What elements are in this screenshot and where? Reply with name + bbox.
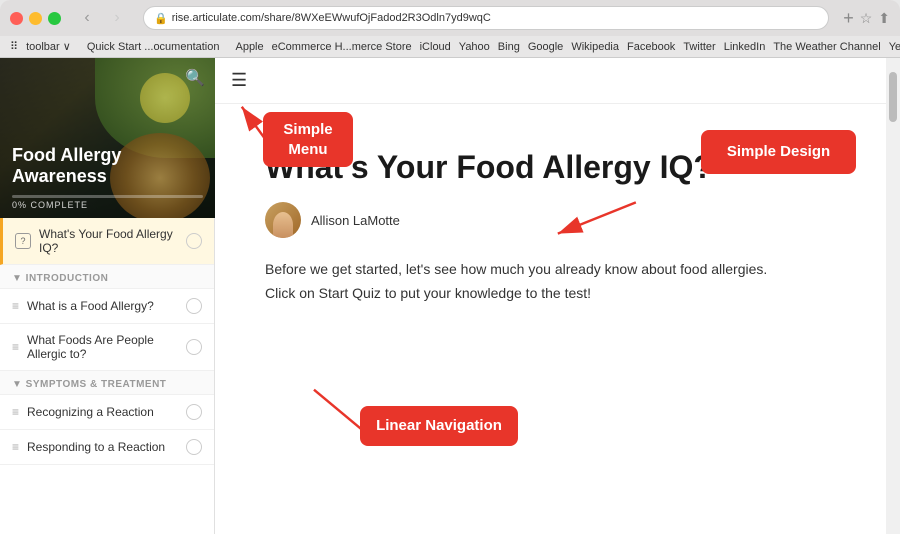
toolbar-wikipedia[interactable]: Wikipedia <box>571 41 619 53</box>
nav-item-quiz-label: What's Your Food Allergy IQ? <box>39 227 186 255</box>
hero-progress: 0% COMPLETE <box>12 195 203 210</box>
toolbar-google[interactable]: Google <box>528 41 563 53</box>
toolbar-weather[interactable]: The Weather Channel <box>773 41 880 53</box>
list-icon-2: ≡ <box>12 340 19 354</box>
toolbar-grid-icon[interactable]: ⠿ <box>10 40 18 53</box>
traffic-light-yellow[interactable] <box>29 12 42 25</box>
lock-icon: 🔒 <box>154 12 168 25</box>
author-row: Allison LaMotte <box>265 202 785 238</box>
bookmark-icon[interactable]: ☆ <box>860 10 873 27</box>
sidebar: Food Allergy Awareness 0% COMPLETE 🔍 ? W <box>0 58 215 534</box>
main-menu-bar: ☰ <box>215 58 886 104</box>
nav-item-recognizing[interactable]: ≡ Recognizing a Reaction <box>0 395 214 430</box>
nav-item-allergy-circle <box>186 298 202 314</box>
hero-title: Food Allergy Awareness <box>12 145 215 188</box>
list-icon-3: ≡ <box>12 405 19 419</box>
traffic-light-red[interactable] <box>10 12 23 25</box>
title-bar: ‹ › 🔒 rise.articulate.com/share/8WXeEWwu… <box>0 0 900 36</box>
list-icon-1: ≡ <box>12 299 19 313</box>
nav-item-responding[interactable]: ≡ Responding to a Reaction <box>0 430 214 465</box>
author-name: Allison LaMotte <box>311 213 400 228</box>
toolbar-twitter[interactable]: Twitter <box>683 41 715 53</box>
section-symptoms: ▼ SYMPTOMS & TREATMENT <box>0 371 214 395</box>
list-icon-4: ≡ <box>12 440 19 454</box>
toolbar-item[interactable]: toolbar ∨ <box>26 40 71 53</box>
nav-item-allergy-label: What is a Food Allergy? <box>27 299 186 313</box>
sidebar-navigation: ? What's Your Food Allergy IQ? ▼ INTRODU… <box>0 218 214 534</box>
toolbar-yelp[interactable]: Yelp <box>889 41 900 53</box>
nav-item-responding-label: Responding to a Reaction <box>27 440 186 454</box>
nav-item-responding-circle <box>186 439 202 455</box>
hamburger-button[interactable]: ☰ <box>231 70 247 91</box>
toolbar-row: ⠿ toolbar ∨ Quick Start ...ocumentation … <box>0 36 900 58</box>
toolbar-apple[interactable]: Apple <box>235 41 263 53</box>
lesson-content-area: Lesson 1 of 11 What's Your Food Allergy … <box>215 104 886 534</box>
traffic-light-green[interactable] <box>48 12 61 25</box>
add-tab-button[interactable]: + <box>843 8 854 29</box>
toolbar-bing[interactable]: Bing <box>498 41 520 53</box>
nav-item-recognizing-label: Recognizing a Reaction <box>27 405 186 419</box>
nav-item-quiz[interactable]: ? What's Your Food Allergy IQ? <box>0 218 214 265</box>
search-button[interactable]: 🔍 <box>185 68 205 88</box>
section-introduction: ▼ INTRODUCTION <box>0 265 214 289</box>
nav-item-foods-circle <box>186 339 202 355</box>
nav-forward-button[interactable]: › <box>105 6 129 30</box>
toolbar-icloud[interactable]: iCloud <box>420 41 451 53</box>
toolbar-facebook[interactable]: Facebook <box>627 41 675 53</box>
toolbar-ecommerce[interactable]: eCommerce H...merce Store <box>272 41 412 53</box>
nav-item-quiz-circle <box>186 233 202 249</box>
scrollbar[interactable] <box>886 58 900 534</box>
url-text: rise.articulate.com/share/8WXeEWwufOjFad… <box>172 12 491 24</box>
nav-item-allergic-foods[interactable]: ≡ What Foods Are People Allergic to? <box>0 324 214 371</box>
nav-back-button[interactable]: ‹ <box>75 6 99 30</box>
nav-item-what-is-allergy[interactable]: ≡ What is a Food Allergy? <box>0 289 214 324</box>
quiz-icon: ? <box>15 233 31 249</box>
toolbar-quickstart[interactable]: Quick Start ...ocumentation <box>87 41 220 53</box>
lesson-body: Before we get started, let's see how muc… <box>265 258 785 306</box>
nav-item-foods-label: What Foods Are People Allergic to? <box>27 333 186 361</box>
lesson-title: What's Your Food Allergy IQ? <box>265 148 785 186</box>
author-avatar <box>265 202 301 238</box>
toolbar-linkedin[interactable]: LinkedIn <box>724 41 766 53</box>
toolbar-yahoo[interactable]: Yahoo <box>459 41 490 53</box>
lesson-number: Lesson 1 of 11 <box>265 124 785 138</box>
scroll-thumb[interactable] <box>889 72 897 122</box>
nav-item-recognizing-circle <box>186 404 202 420</box>
progress-label: 0% COMPLETE <box>12 200 203 210</box>
address-bar[interactable]: 🔒 rise.articulate.com/share/8WXeEWwufOjF… <box>143 6 829 30</box>
sidebar-hero: Food Allergy Awareness 0% COMPLETE 🔍 <box>0 58 215 218</box>
share-icon[interactable]: ⬆ <box>878 10 890 27</box>
